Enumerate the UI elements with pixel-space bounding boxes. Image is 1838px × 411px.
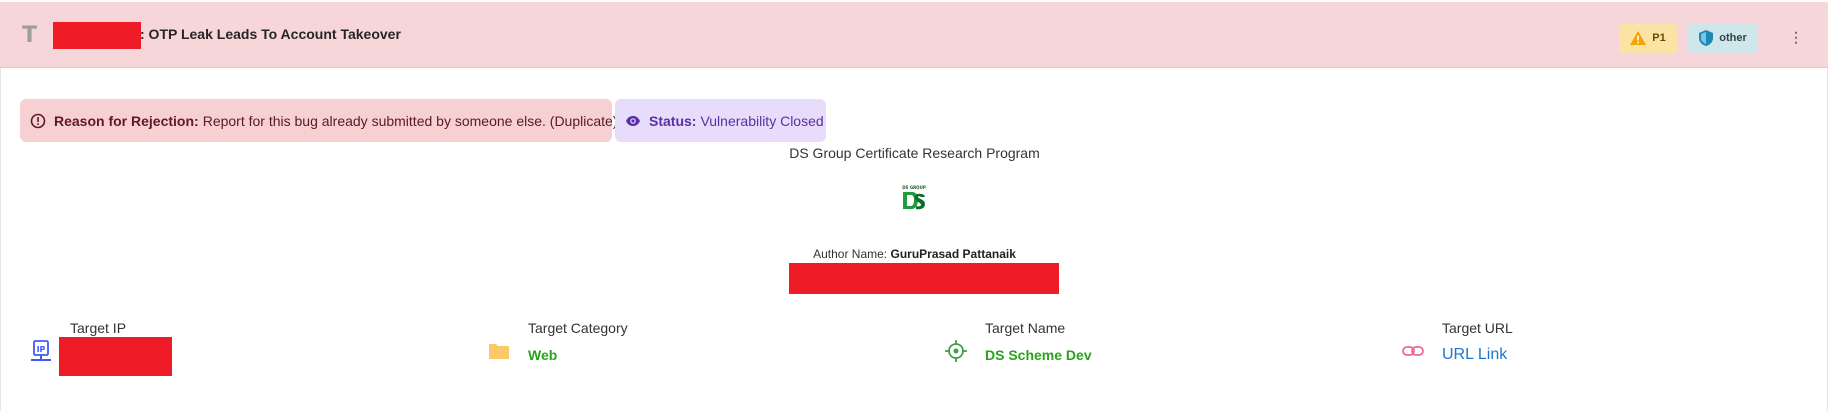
folder-icon <box>488 340 510 362</box>
severity-badge: P1 <box>1619 23 1677 53</box>
target-category-value: Web <box>528 347 558 363</box>
target-url-field: Target URL URL Link <box>1402 320 1702 380</box>
target-name-label: Target Name <box>985 320 1066 336</box>
link-icon <box>1402 340 1424 362</box>
status-text: Vulnerability Closed <box>700 112 824 129</box>
shield-icon <box>1699 30 1714 46</box>
ds-group-logo: DS GROUP <box>900 184 928 216</box>
rejection-text: Report for this bug already submitted by… <box>202 112 618 129</box>
redacted-title-prefix <box>53 22 141 49</box>
eye-icon <box>625 113 641 129</box>
rejection-reason-chip: Reason for Rejection: Report for this bu… <box>20 99 617 142</box>
category-label: other <box>1719 32 1747 44</box>
svg-text:IP: IP <box>37 345 46 354</box>
status-chip: Status: Vulnerability Closed <box>615 99 826 142</box>
author-name: Author Name: GuruPrasad Pattanaik <box>692 247 1137 261</box>
author-label: Author Name: <box>813 247 888 261</box>
status-label: Status: <box>649 112 697 129</box>
ip-network-icon: IP <box>30 340 52 362</box>
crosshair-icon <box>945 340 967 362</box>
alert-circle-icon <box>30 113 46 129</box>
category-badge: other <box>1688 23 1758 53</box>
report-page: T : OTP Leak Leads To Account Takeover P… <box>0 0 1838 411</box>
rejection-label: Reason for Rejection: <box>54 112 199 129</box>
report-title: : OTP Leak Leads To Account Takeover <box>140 26 401 42</box>
redacted-author-detail <box>789 263 1059 294</box>
target-url-link[interactable]: URL Link <box>1442 346 1507 364</box>
text-format-icon: T <box>22 23 38 48</box>
program-name: DS Group Certificate Research Program <box>789 145 1040 161</box>
kebab-menu-icon[interactable]: ⋮ <box>1788 24 1804 50</box>
report-header: T : OTP Leak Leads To Account Takeover P… <box>0 2 1828 68</box>
warning-icon <box>1630 31 1647 45</box>
target-name-field: Target Name DS Scheme Dev <box>945 320 1245 380</box>
target-category-label: Target Category <box>528 320 628 336</box>
redacted-target-ip <box>59 337 172 376</box>
target-category-field: Target Category Web <box>488 320 788 380</box>
author-value: GuruPrasad Pattanaik <box>890 247 1016 261</box>
logo-caption: DS GROUP <box>902 185 926 190</box>
target-name-value: DS Scheme Dev <box>985 347 1092 363</box>
target-ip-label: Target IP <box>70 320 127 336</box>
severity-label: P1 <box>1652 32 1666 44</box>
target-url-label: Target URL <box>1442 320 1513 336</box>
